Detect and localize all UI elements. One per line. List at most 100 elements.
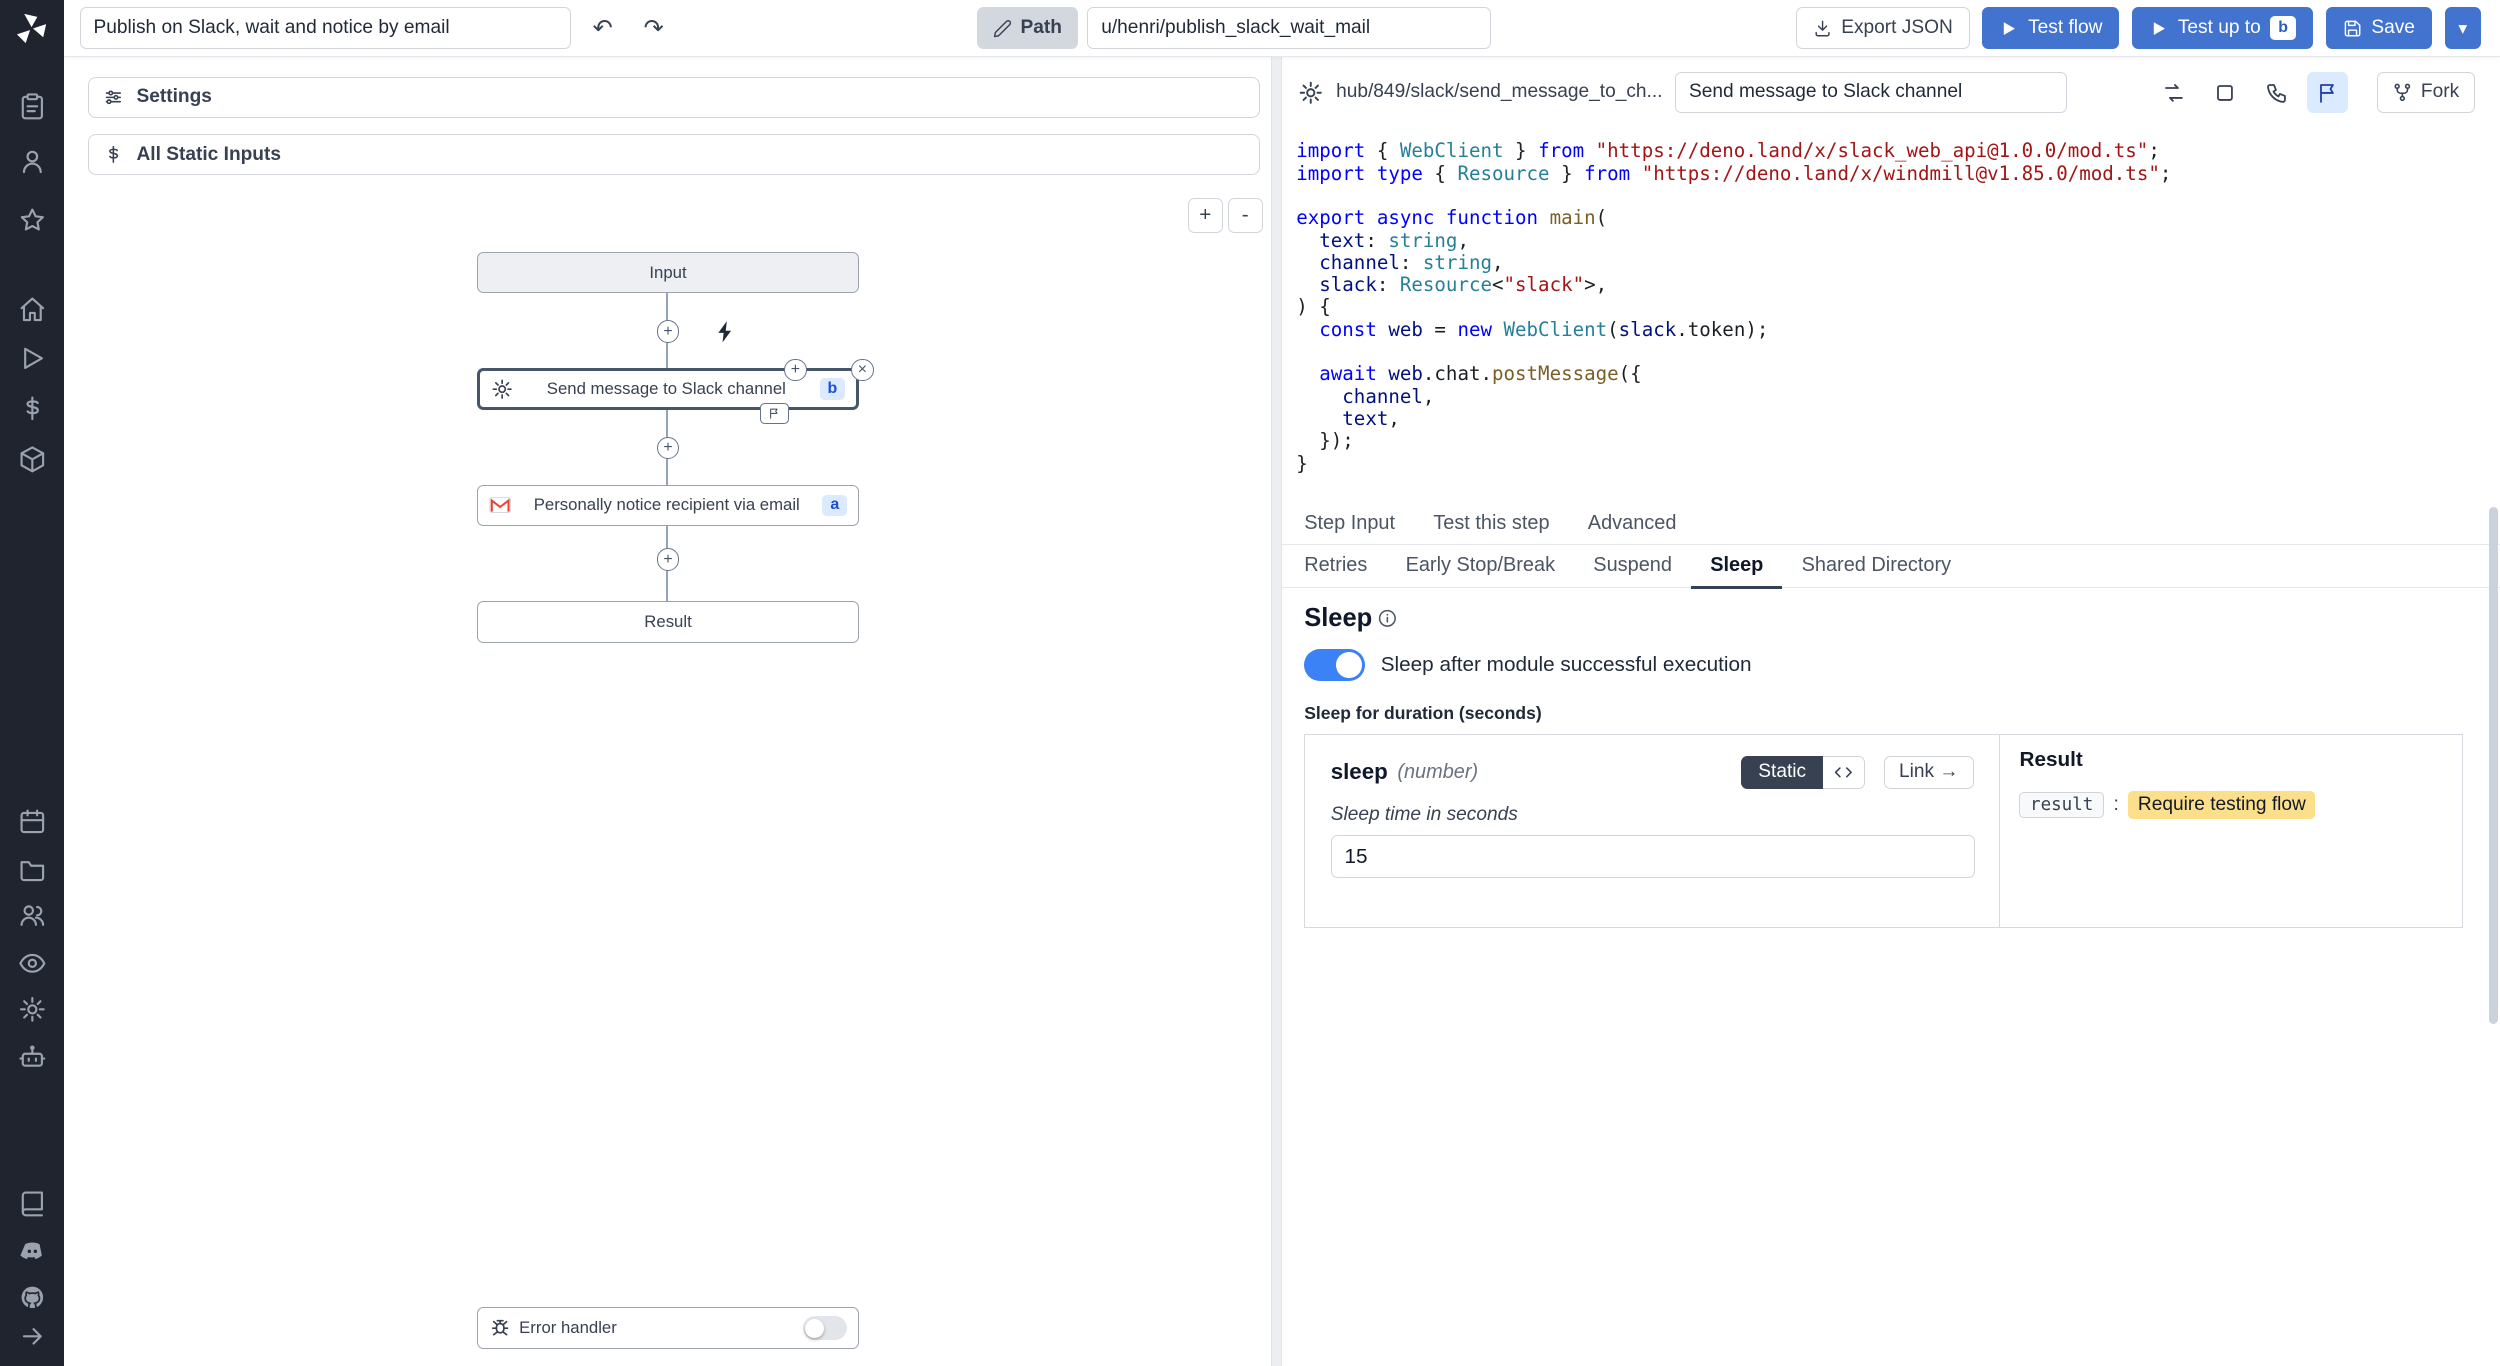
save-icon	[2343, 19, 2362, 38]
flag-icon	[2316, 81, 2340, 105]
tab-step-input[interactable]: Step Input	[1304, 504, 1414, 546]
value-mode-segment: Static	[1741, 756, 1864, 790]
add-step-button[interactable]: +	[657, 437, 679, 459]
book-icon[interactable]	[18, 1189, 47, 1218]
discord-icon[interactable]	[18, 1237, 47, 1266]
result-row: result : Require testing flow	[2019, 791, 2443, 819]
advanced-tabs: Retries Early Stop/Break Suspend Sleep S…	[1282, 545, 2500, 588]
gear-icon[interactable]	[18, 995, 47, 1024]
add-step-button[interactable]: +	[657, 320, 679, 342]
expr-mode-button[interactable]	[1823, 756, 1864, 790]
static-mode-button[interactable]: Static	[1741, 756, 1823, 790]
sliders-icon	[103, 87, 124, 108]
code-editor[interactable]: import { WebClient } from "https://deno.…	[1282, 128, 2500, 504]
result-node-label: Result	[489, 612, 847, 632]
settings-label: Settings	[136, 86, 211, 108]
error-handler-node[interactable]: Error handler	[477, 1307, 860, 1348]
square-icon	[2213, 81, 2237, 105]
email-step-badge: a	[822, 495, 847, 516]
export-json-button[interactable]: Export JSON	[1796, 7, 1970, 48]
users-icon[interactable]	[18, 901, 47, 930]
tab-test-this-step[interactable]: Test this step	[1414, 504, 1569, 546]
link-button[interactable]: Link →	[1884, 756, 1974, 790]
path-group: Path	[977, 7, 1490, 48]
sleep-seconds-input[interactable]	[1331, 835, 1975, 878]
call-button[interactable]	[2256, 72, 2297, 113]
swap-arrows-icon	[2162, 81, 2186, 105]
clipboard-icon[interactable]	[18, 92, 47, 121]
add-step-button[interactable]: +	[657, 548, 679, 570]
hub-script-path: hub/849/slack/send_message_to_ch...	[1336, 81, 1662, 103]
sleep-section-title: Sleep	[1304, 604, 2478, 633]
tab-early-stop[interactable]: Early Stop/Break	[1386, 545, 1574, 589]
result-pane: Result result : Require testing flow	[2000, 735, 2462, 928]
star-icon[interactable]	[18, 206, 47, 235]
save-dropdown-button[interactable]: ▾	[2445, 7, 2481, 48]
zoom-in-button[interactable]: +	[1188, 198, 1223, 233]
gear-icon	[491, 378, 513, 400]
result-node[interactable]: Result	[477, 601, 860, 642]
swap-script-button[interactable]	[2154, 72, 2195, 113]
tab-retries[interactable]: Retries	[1304, 545, 1386, 589]
undo-button[interactable]: ↶	[584, 9, 622, 47]
git-fork-icon	[2392, 82, 2413, 103]
insert-step-button[interactable]: +	[784, 359, 806, 381]
gmail-icon	[489, 494, 511, 516]
result-title: Result	[2019, 748, 2443, 772]
home-icon[interactable]	[18, 295, 47, 324]
user-icon[interactable]	[18, 147, 47, 176]
settings-bar[interactable]: Settings	[88, 77, 1260, 118]
github-icon[interactable]	[18, 1283, 47, 1312]
sleep-title-text: Sleep	[1304, 604, 1372, 633]
calendar-icon[interactable]	[18, 807, 47, 836]
panel-splitter[interactable]	[1271, 57, 1282, 1366]
tab-advanced[interactable]: Advanced	[1569, 504, 1696, 546]
save-button[interactable]: Save	[2326, 7, 2432, 48]
remove-step-button[interactable]: ×	[851, 359, 873, 381]
step-name-input[interactable]	[1675, 72, 2067, 113]
flag-button[interactable]	[2307, 72, 2348, 113]
save-label: Save	[2371, 17, 2415, 39]
dollar-icon[interactable]	[18, 394, 47, 423]
sleep-toggle[interactable]	[1304, 649, 1365, 681]
fork-button[interactable]: Fork	[2377, 72, 2475, 113]
slack-step-badge: b	[820, 378, 846, 399]
flow-name-input[interactable]	[80, 7, 571, 48]
robot-icon[interactable]	[18, 1043, 47, 1072]
path-button[interactable]: Path	[977, 7, 1077, 48]
redo-button[interactable]: ↷	[635, 9, 673, 47]
input-node[interactable]: Input	[477, 252, 860, 293]
play-icon	[2149, 19, 2168, 38]
tab-sleep[interactable]: Sleep	[1691, 545, 1782, 589]
test-flow-button[interactable]: Test flow	[1982, 7, 2119, 48]
tab-suspend[interactable]: Suspend	[1574, 545, 1691, 589]
primary-tabs: Step Input Test this step Advanced	[1282, 504, 2500, 545]
scrollbar-thumb[interactable]	[2489, 507, 2499, 1024]
expand-arrow-icon[interactable]	[18, 1322, 47, 1351]
ai-bolt-icon[interactable]	[713, 319, 739, 345]
test-up-to-label: Test up to	[2178, 17, 2261, 39]
flow-graph-panel: Settings All Static Inputs + - Input + S…	[64, 57, 1271, 1366]
test-up-to-button[interactable]: Test up to b	[2132, 7, 2313, 48]
play-icon[interactable]	[18, 344, 47, 373]
cube-icon[interactable]	[18, 445, 47, 474]
stop-button[interactable]	[2205, 72, 2246, 113]
field-type: (number)	[1397, 761, 1478, 784]
tab-shared-directory[interactable]: Shared Directory	[1782, 545, 1970, 589]
error-handler-label: Error handler	[519, 1318, 794, 1338]
folder-icon[interactable]	[18, 855, 47, 884]
sleep-tab-content: Sleep Sleep after module successful exec…	[1282, 588, 2500, 1366]
zoom-out-button[interactable]: -	[1228, 198, 1263, 233]
info-icon[interactable]	[1377, 608, 1398, 629]
early-stop-flag-button[interactable]	[760, 403, 789, 424]
sleep-toggle-row: Sleep after module successful execution	[1304, 649, 2478, 681]
phone-icon	[2265, 81, 2289, 105]
error-handler-toggle[interactable]	[803, 1316, 848, 1340]
left-sidebar	[0, 0, 64, 1366]
email-step-node[interactable]: Personally notice recipient via email a	[477, 485, 860, 526]
path-input[interactable]	[1087, 7, 1490, 48]
static-inputs-bar[interactable]: All Static Inputs	[88, 134, 1260, 175]
slack-step-node[interactable]: Send message to Slack channel b + ×	[477, 368, 860, 409]
eye-icon[interactable]	[18, 949, 47, 978]
code-icon	[1833, 762, 1854, 783]
